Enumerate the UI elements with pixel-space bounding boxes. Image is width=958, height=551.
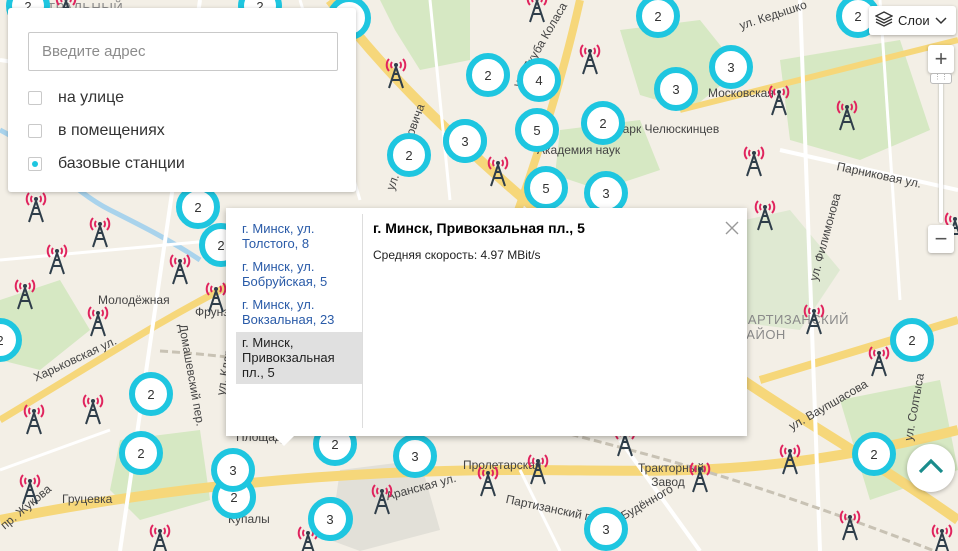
base-station-icon[interactable]: [832, 97, 862, 131]
outdoor-label: на улице: [58, 89, 124, 106]
indoor-label: в помещениях: [58, 122, 165, 139]
station-list-item[interactable]: г. Минск, ул. Бобруйская, 5: [236, 256, 363, 293]
outdoor-checkbox[interactable]: [28, 91, 42, 105]
cluster-marker[interactable]: 3: [709, 45, 753, 89]
close-icon[interactable]: [722, 218, 742, 238]
base-station-icon[interactable]: [522, 0, 552, 23]
base-station-icon[interactable]: [473, 463, 503, 497]
base-station-icon[interactable]: [21, 189, 51, 223]
station-list-item[interactable]: г. Минск, ул. Вокзальная, 23: [236, 294, 363, 331]
base-station-icon[interactable]: [835, 507, 865, 541]
cluster-marker[interactable]: 2: [581, 101, 625, 145]
zoom-slider-handle[interactable]: ⋮⋮: [930, 73, 952, 84]
zoom-in-button[interactable]: +: [928, 45, 954, 73]
scroll-to-top-button[interactable]: [907, 444, 955, 492]
base-station-icon[interactable]: [864, 343, 894, 377]
base-station-icon[interactable]: [381, 55, 411, 89]
cluster-marker[interactable]: 3: [654, 67, 698, 111]
zoom-control: + ⋮⋮ −: [928, 45, 954, 256]
cluster-marker[interactable]: 4: [517, 58, 561, 102]
base-station-icon[interactable]: [764, 82, 794, 116]
station-list-item-active[interactable]: г. Минск, Привокзальная пл., 5: [236, 332, 363, 384]
base-station-icon[interactable]: [367, 481, 397, 515]
cluster-marker[interactable]: 3: [308, 497, 352, 541]
station-balloon: г. Минск, ул. Толстого, 8 г. Минск, ул. …: [226, 208, 747, 446]
base-station-icon[interactable]: [750, 197, 780, 231]
base-station-icon[interactable]: [575, 41, 605, 75]
base-station-icon[interactable]: [78, 391, 108, 425]
base-station-icon[interactable]: [83, 303, 113, 337]
layers-icon: [874, 11, 894, 30]
cluster-marker[interactable]: 2: [890, 318, 934, 362]
base-station-icon[interactable]: [85, 214, 115, 248]
cluster-marker[interactable]: 3: [393, 434, 437, 478]
station-speed: Средняя скорость: 4.97 MBit/s: [373, 248, 541, 262]
base-station-icon[interactable]: [685, 459, 715, 493]
zoom-out-button[interactable]: −: [928, 225, 954, 253]
cluster-marker[interactable]: 5: [515, 108, 559, 152]
cluster-marker[interactable]: 5: [524, 166, 568, 210]
cluster-marker[interactable]: 2: [119, 431, 163, 475]
base-station-icon[interactable]: [15, 471, 45, 505]
cluster-marker[interactable]: 2: [852, 432, 896, 476]
cluster-marker[interactable]: 3: [443, 119, 487, 163]
chevron-down-icon: [935, 13, 947, 28]
filter-base-stations-option[interactable]: базовые станции: [28, 153, 336, 175]
cluster-marker[interactable]: 3: [211, 448, 255, 492]
cluster-marker[interactable]: 3: [584, 507, 628, 551]
filter-panel: на улице в помещениях базовые станции: [8, 8, 356, 192]
base-station-icon[interactable]: [42, 241, 72, 275]
base-station-icon[interactable]: [523, 451, 553, 485]
base-station-icon[interactable]: [10, 276, 40, 310]
filter-outdoor-option[interactable]: на улице: [28, 87, 336, 109]
base-station-icon[interactable]: [927, 521, 957, 551]
base-station-icon[interactable]: [775, 441, 805, 475]
station-address-list: г. Минск, ул. Толстого, 8 г. Минск, ул. …: [236, 218, 363, 385]
indoor-checkbox[interactable]: [28, 124, 42, 138]
base-station-icon[interactable]: [165, 251, 195, 285]
cluster-marker[interactable]: 2: [387, 133, 431, 177]
chevron-up-icon: [918, 458, 944, 479]
layers-button[interactable]: Слои: [869, 6, 956, 35]
cluster-marker[interactable]: 2: [466, 53, 510, 97]
base-station-icon[interactable]: [799, 301, 829, 335]
station-title: г. Минск, Привокзальная пл., 5: [373, 220, 585, 236]
base-station-icon[interactable]: [19, 401, 49, 435]
base-stations-checkbox[interactable]: [28, 157, 42, 171]
filter-indoor-option[interactable]: в помещениях: [28, 120, 336, 142]
base-station-icon[interactable]: [739, 143, 769, 177]
zoom-slider-track[interactable]: [939, 75, 943, 223]
balloon-tail: [274, 436, 294, 446]
base-station-icon[interactable]: [145, 521, 175, 551]
station-list-item[interactable]: г. Минск, ул. Толстого, 8: [236, 218, 363, 255]
base-station-icon[interactable]: [483, 153, 513, 187]
balloon-divider: [362, 214, 363, 428]
cluster-marker[interactable]: 2: [129, 372, 173, 416]
address-search-input[interactable]: [28, 32, 338, 71]
base-stations-label: базовые станции: [58, 155, 185, 172]
layers-label: Слои: [898, 13, 930, 28]
